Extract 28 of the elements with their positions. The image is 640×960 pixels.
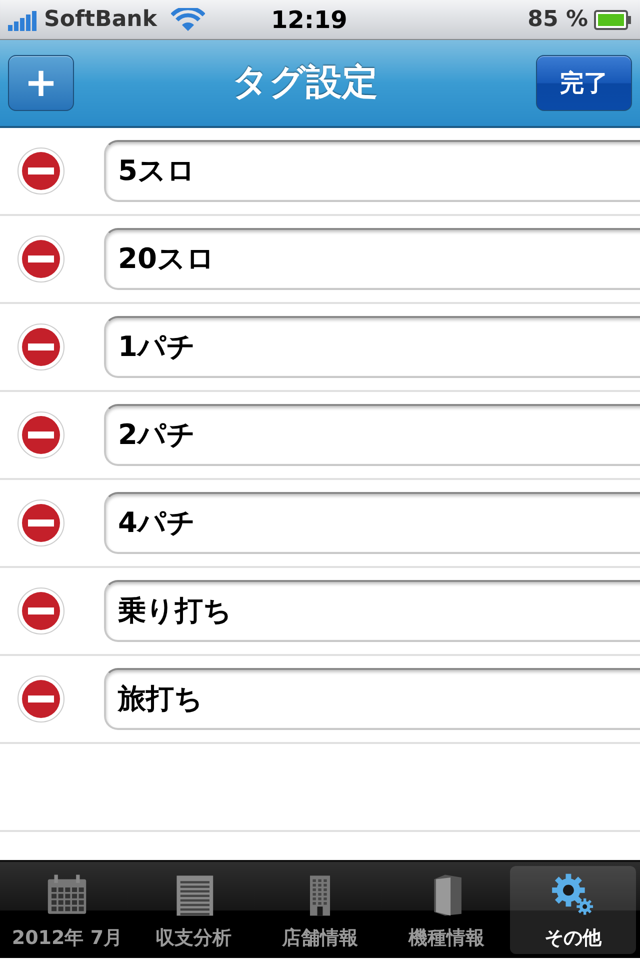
tab-item[interactable]: 収支分析: [130, 866, 257, 954]
tab-item[interactable]: 機種情報: [383, 866, 510, 954]
done-button[interactable]: 完了: [536, 55, 632, 111]
status-time: 12:19: [270, 4, 348, 36]
battery-percent: 85 %: [528, 6, 588, 34]
tag-field[interactable]: 2パチ: [104, 404, 640, 466]
signal-icon: [8, 8, 38, 30]
delete-button[interactable]: [16, 322, 66, 372]
tag-field[interactable]: 20スロ: [104, 228, 640, 290]
delete-button[interactable]: [16, 410, 66, 460]
tab-item[interactable]: 2012年 7月: [4, 866, 130, 954]
add-button[interactable]: +: [8, 55, 74, 111]
tag-field[interactable]: 5スロ: [104, 140, 640, 202]
delete-button[interactable]: [16, 234, 66, 284]
tag-field[interactable]: 旅打ち: [104, 668, 640, 730]
carrier-name: SoftBank: [44, 6, 157, 34]
tab-item[interactable]: 店舗情報: [256, 866, 384, 954]
delete-button[interactable]: [16, 586, 66, 636]
tab-item[interactable]: その他: [510, 866, 636, 954]
screen-title: タグ設定: [232, 61, 378, 105]
tag-field[interactable]: 4パチ: [104, 492, 640, 554]
tag-field[interactable]: 1パチ: [104, 316, 640, 378]
tag-field[interactable]: 乗り打ち: [104, 580, 640, 642]
delete-button[interactable]: [16, 498, 66, 548]
delete-button[interactable]: [16, 146, 66, 196]
battery-icon: [594, 10, 632, 30]
wifi-icon: [170, 8, 205, 32]
delete-button[interactable]: [16, 674, 66, 724]
